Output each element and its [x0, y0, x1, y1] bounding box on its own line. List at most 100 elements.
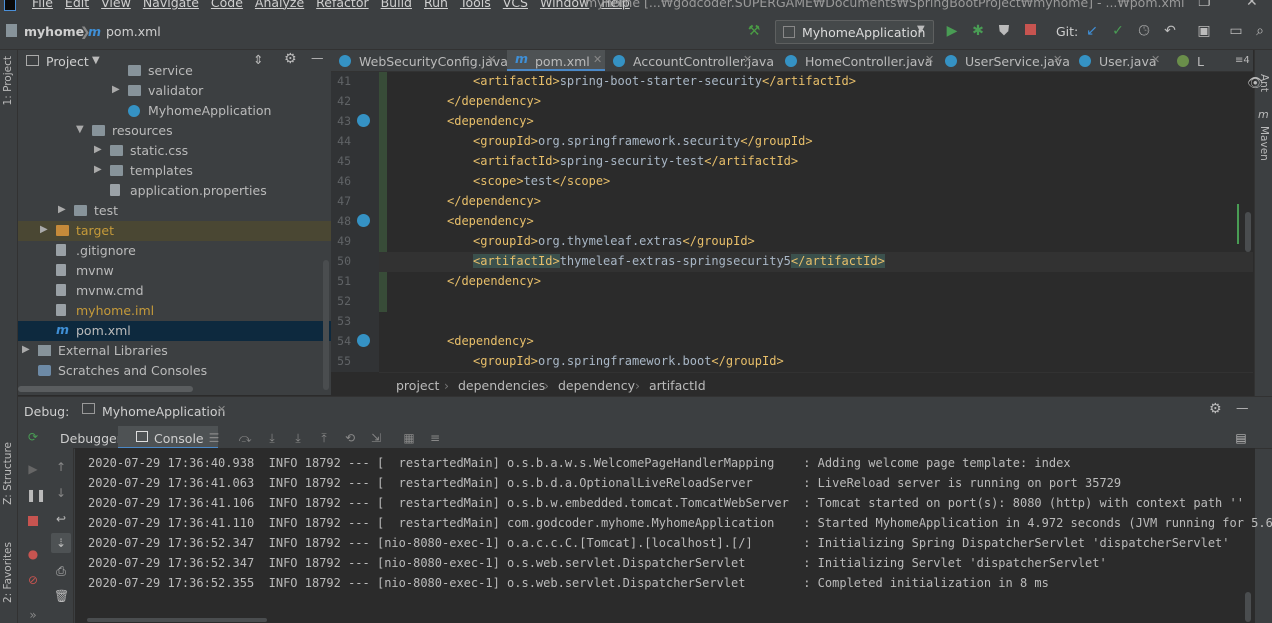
project-tool-tab[interactable]: 1: Project	[2, 56, 14, 105]
horizontal-scrollbar[interactable]	[18, 386, 193, 392]
nav-project[interactable]: myhome	[24, 24, 84, 39]
gear-icon[interactable]: ⚙	[1209, 401, 1222, 417]
close-icon[interactable]: ✕	[1053, 53, 1062, 66]
build-hammer-icon[interactable]: ⚒	[746, 23, 762, 39]
soft-wrap-icon[interactable]: ↩	[54, 512, 68, 526]
favorites-tool-tab[interactable]: 2: Favorites	[2, 542, 14, 603]
step-into-icon[interactable]: ⤓	[265, 431, 279, 445]
chevron-right-icon[interactable]: ▶	[94, 164, 102, 175]
tab-overflow-indicator[interactable]: ≡4	[1235, 55, 1250, 66]
minimize-panel-icon[interactable]: —	[1236, 400, 1249, 415]
editor-scrollbar[interactable]	[1245, 212, 1251, 252]
presentation-icon[interactable]: ▭	[1228, 23, 1244, 39]
close-icon[interactable]: ✕	[487, 53, 496, 66]
run-configuration-select[interactable]: MyhomeApplication ▼	[775, 20, 934, 44]
tree-item[interactable]: m pom.xml	[18, 321, 331, 341]
stop-icon[interactable]	[26, 515, 40, 529]
search-icon[interactable]: ⌕	[1252, 23, 1268, 39]
close-window-icon[interactable]: ✕	[1246, 0, 1258, 10]
git-update-icon[interactable]: ↙	[1084, 23, 1100, 39]
console-output[interactable]: 2020-07-29 17:36:40.938 INFO 18792 --- […	[75, 448, 1272, 623]
tree-item[interactable]: ▶ test	[18, 201, 331, 221]
coverage-icon[interactable]: ⛊	[996, 23, 1012, 39]
rerun-icon[interactable]: ⟳	[26, 430, 40, 444]
tree-item[interactable]: mvnw.cmd	[18, 281, 331, 301]
git-history-icon[interactable]: 🕒︎	[1136, 23, 1152, 39]
editor-tab[interactable]: L	[1169, 50, 1209, 71]
editor-tab[interactable]: WebSecurityConfig.java ✕	[331, 50, 508, 71]
editor-tab[interactable]: AccountController.java ✕	[605, 50, 774, 71]
breadcrumb-item[interactable]: dependency	[558, 378, 635, 393]
down-arrow-icon[interactable]: ↓	[54, 486, 68, 500]
tree-item[interactable]: ▶ validator	[18, 81, 331, 101]
chevron-right-icon[interactable]: ▶	[94, 144, 102, 155]
drop-frame-icon[interactable]: ⟲	[343, 431, 357, 445]
view-breakpoints-icon[interactable]: ●	[26, 547, 40, 561]
tree-item[interactable]: ▶ templates	[18, 161, 331, 181]
git-rollback-icon[interactable]: ↶	[1162, 23, 1178, 39]
menu-item[interactable]: Edit	[65, 0, 89, 10]
maven-tool-tab[interactable]: Maven	[1258, 126, 1270, 161]
close-icon[interactable]: ✕	[925, 53, 934, 66]
up-arrow-icon[interactable]: ↑	[54, 460, 68, 474]
tree-item[interactable]: Scratches and Consoles	[18, 361, 331, 381]
close-icon[interactable]: ✕	[217, 403, 226, 416]
code-editor[interactable]: <artifactId>spring-boot-starter-security…	[379, 72, 1253, 372]
console-scrollbar[interactable]	[1245, 592, 1251, 622]
trace-icon[interactable]: ≡	[428, 431, 442, 445]
force-step-into-icon[interactable]: ⤓	[291, 431, 305, 445]
tree-item[interactable]: service	[18, 61, 331, 81]
debug-bug-icon[interactable]: ✱	[970, 23, 986, 39]
menu-item[interactable]: Refactor	[316, 0, 368, 10]
step-out-icon[interactable]: ⤒	[317, 431, 331, 445]
step-over-icon[interactable]: ⤼	[238, 431, 252, 445]
console-horizontal-scrollbar[interactable]	[87, 618, 267, 622]
editor-tab[interactable]: User.java ✕	[1071, 50, 1163, 71]
structure-tool-tab[interactable]: Z: Structure	[2, 442, 14, 505]
menu-lines-icon[interactable]: ☰	[207, 431, 221, 445]
spring-bean-gutter-icon[interactable]	[357, 334, 370, 347]
chevron-right-icon[interactable]: ▶	[40, 224, 48, 235]
run-icon[interactable]: ▶	[944, 23, 960, 39]
trash-icon[interactable]: 🗑︎	[54, 589, 69, 603]
vertical-scrollbar[interactable]	[323, 260, 329, 390]
spring-bean-gutter-icon[interactable]	[357, 114, 370, 127]
spring-bean-gutter-icon[interactable]	[357, 214, 370, 227]
menu-item[interactable]: Window	[540, 0, 589, 10]
more-icon[interactable]: »	[26, 608, 40, 622]
menu-item[interactable]: Run	[424, 0, 448, 10]
editor-tab[interactable]: m pom.xml ✕	[507, 50, 605, 71]
editor-tab[interactable]: HomeController.java ✕	[777, 50, 937, 71]
stop-icon[interactable]	[1022, 23, 1038, 39]
menu-item[interactable]: Analyze	[255, 0, 304, 10]
layout-settings-icon[interactable]: ▤	[1234, 431, 1248, 445]
pause-icon[interactable]: ❚❚	[26, 488, 46, 502]
tab-debugger[interactable]: Debugger	[60, 431, 122, 446]
editor-tab[interactable]: UserService.java ✕	[937, 50, 1070, 71]
breadcrumb-item[interactable]: dependencies	[458, 378, 545, 393]
tree-item[interactable]: MyhomeApplication	[18, 101, 331, 121]
menu-item[interactable]: VCS	[503, 0, 528, 10]
mute-breakpoints-icon[interactable]: ⊘	[26, 573, 40, 587]
menu-item[interactable]: Code	[211, 0, 243, 10]
menu-item[interactable]: View	[101, 0, 131, 10]
tree-item[interactable]: ▶ External Libraries	[18, 341, 331, 361]
breadcrumb-item[interactable]: project	[396, 378, 439, 393]
git-commit-icon[interactable]: ✓	[1110, 23, 1126, 39]
tree-item[interactable]: myhome.iml	[18, 301, 331, 321]
chevron-down-icon[interactable]: ▼	[76, 124, 84, 135]
breadcrumb-item[interactable]: artifactId	[649, 378, 706, 393]
tree-item[interactable]: .gitignore	[18, 241, 331, 261]
chevron-right-icon[interactable]: ▶	[112, 84, 120, 95]
close-icon[interactable]: ✕	[593, 53, 602, 66]
menu-item[interactable]: Tools	[460, 0, 491, 10]
menu-item[interactable]: Navigate	[143, 0, 199, 10]
menu-item[interactable]: Build	[381, 0, 412, 10]
tab-console[interactable]: Console	[118, 426, 218, 449]
tree-item[interactable]: mvnw	[18, 261, 331, 281]
chevron-right-icon[interactable]: ▶	[58, 204, 66, 215]
run-to-cursor-icon[interactable]: ⇲	[369, 431, 383, 445]
menu-item[interactable]: File	[32, 0, 53, 10]
close-icon[interactable]: ✕	[1151, 53, 1160, 66]
debug-session-tab[interactable]: MyhomeApplication	[102, 404, 225, 419]
